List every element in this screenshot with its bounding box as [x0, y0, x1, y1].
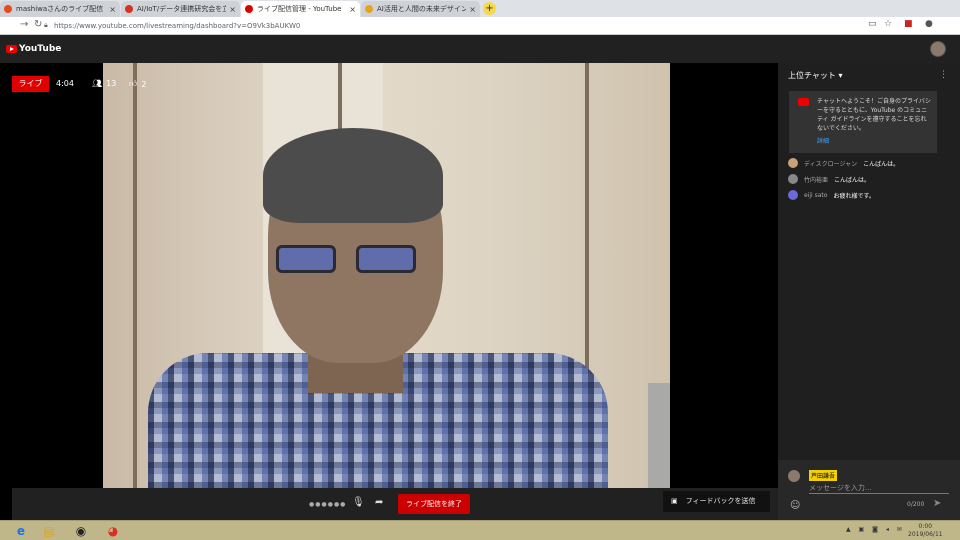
- youtube-logo[interactable]: YouTube: [6, 44, 61, 54]
- tab-title: AI/IoT/データ連携研究会を立ち上げて: [137, 5, 227, 13]
- lock-icon: 🔒︎: [44, 21, 48, 29]
- chat-text: こんばんは。: [834, 176, 871, 184]
- chat-mode-selector[interactable]: 上位チャット ▾: [788, 70, 842, 81]
- chat-author[interactable]: ディスクロージャン: [804, 159, 857, 168]
- share-icon[interactable]: ➦: [375, 497, 383, 508]
- chat-author[interactable]: 竹内裕亜: [804, 175, 828, 184]
- video-door-frame: [133, 63, 137, 488]
- browser-tab-bar: mashiwaさんのライブ配信 × AI/IoT/データ連携研究会を立ち上げて …: [0, 0, 960, 17]
- live-chat-panel: 上位チャット ▾ ⋮ チャットへようこそ！ご自身のプライバシーを守るとともに、Y…: [778, 63, 960, 520]
- chat-welcome-notice: チャットへようこそ！ご自身のプライバシーを守るとともに、YouTube のコミュ…: [789, 91, 937, 153]
- glasses-lens: [356, 245, 416, 273]
- tab-title: AI活用と人間の未来デザインにつ: [377, 5, 467, 13]
- new-tab-button[interactable]: +: [483, 2, 496, 15]
- chat-author[interactable]: eiji sato: [804, 192, 827, 199]
- notice-learn-more-link[interactable]: 詳細: [817, 137, 931, 146]
- chat-input-area: 芦田謙吾 メッセージを入力... ☺ 0/200 ➤: [778, 460, 960, 520]
- internet-explorer-icon[interactable]: e: [10, 523, 32, 539]
- tab-favicon-icon: [125, 5, 133, 13]
- end-stream-button[interactable]: ライブ配信を終了: [398, 494, 470, 514]
- glasses-lens: [276, 245, 336, 273]
- taskbar-clock[interactable]: 0:00 2019/06/11: [908, 523, 943, 539]
- chat-text: お疲れ様です。: [833, 192, 875, 200]
- chat-input-underline: [809, 493, 949, 494]
- forward-icon[interactable]: →: [20, 19, 28, 30]
- clock-date: 2019/06/11: [908, 531, 943, 538]
- feedback-label: フィードバックを送信: [685, 497, 756, 505]
- chat-input[interactable]: メッセージを入力...: [809, 483, 872, 493]
- notice-text: チャットへようこそ！ご自身のプライバシーを守るとともに、YouTube のコミュ…: [817, 98, 931, 132]
- microphone-icon[interactable]: 🎙︎: [352, 497, 365, 508]
- file-explorer-icon[interactable]: ▤: [38, 523, 60, 539]
- tab-favicon-icon: [4, 5, 12, 13]
- media-app-icon[interactable]: ◉: [70, 523, 92, 539]
- clock-time: 0:00: [918, 523, 933, 530]
- thumbs-up-icon: 👍︎: [129, 79, 138, 88]
- emoji-icon[interactable]: ☺: [790, 500, 800, 511]
- account-avatar[interactable]: [930, 41, 946, 57]
- stream-control-bar: ●●●●●● 🎙︎ ➦ ライブ配信を終了 ▣ フィードバックを送信: [12, 488, 778, 520]
- send-icon[interactable]: ➤: [933, 498, 941, 509]
- extension-icon[interactable]: ■: [904, 19, 913, 29]
- webcam-video: [103, 63, 670, 488]
- video-person-glasses: [268, 241, 428, 276]
- url-field[interactable]: https://www.youtube.com/livestreaming/da…: [54, 20, 854, 32]
- people-icon: 👥︎: [92, 79, 103, 88]
- feedback-icon: ▣: [671, 497, 678, 505]
- char-count: 0/200: [907, 501, 925, 508]
- browser-tab[interactable]: AI/IoT/データ連携研究会を立ち上げて ×: [121, 1, 240, 17]
- chat-text: こんばんは。: [863, 160, 900, 168]
- avatar: [788, 190, 798, 200]
- bookmark-star-icon[interactable]: ☆: [884, 19, 892, 29]
- address-bar: → ↻ 🔒︎ https://www.youtube.com/livestrea…: [0, 17, 960, 35]
- audio-level-icon: ●●●●●●: [309, 501, 347, 508]
- viewer-count: 👥︎ 13: [92, 79, 116, 88]
- windows-taskbar: e ▤ ◉ ◕ ▲ ▣ ◙ ◂ ✉ 0:00 2019/06/11: [0, 520, 960, 540]
- live-badge: ライブ: [12, 76, 49, 92]
- tab-close-icon[interactable]: ×: [469, 5, 476, 14]
- system-tray-icons[interactable]: ▲ ▣ ◙ ◂ ✉: [846, 526, 905, 533]
- chat-message: 竹内裕亜 こんばんは。: [788, 174, 870, 184]
- avatar: [788, 174, 798, 184]
- profile-icon[interactable]: ●: [925, 19, 933, 29]
- viewer-count-value: 13: [106, 79, 117, 88]
- chat-message: ディスクロージャン こんばんは。: [788, 158, 899, 168]
- chat-message: eiji sato お疲れ様です。: [788, 190, 875, 200]
- tab-close-icon[interactable]: ×: [349, 5, 356, 14]
- avatar: [788, 470, 800, 482]
- like-count-value: 2: [141, 79, 147, 89]
- screen: mashiwaさんのライブ配信 × AI/IoT/データ連携研究会を立ち上げて …: [0, 0, 960, 540]
- like-count: 👍︎ 2: [129, 79, 146, 89]
- tab-close-icon[interactable]: ×: [229, 5, 236, 14]
- more-options-icon[interactable]: ⋮: [939, 70, 948, 80]
- tab-close-icon[interactable]: ×: [109, 5, 116, 14]
- youtube-play-icon: [6, 45, 17, 53]
- youtube-logo-text: YouTube: [19, 44, 62, 54]
- current-user-name: 芦田謙吾: [809, 470, 838, 481]
- youtube-header: YouTube: [0, 35, 960, 63]
- browser-tab-active[interactable]: ライブ配信管理 - YouTube ×: [241, 1, 360, 17]
- reload-icon[interactable]: ↻: [34, 19, 42, 30]
- browser-tab[interactable]: AI活用と人間の未来デザインにつ ×: [361, 1, 480, 17]
- avatar: [788, 158, 798, 168]
- cast-icon[interactable]: ▭: [868, 19, 877, 29]
- video-person-hair: [263, 128, 443, 223]
- youtube-play-icon: [798, 98, 809, 106]
- live-elapsed-time: 4:04: [56, 79, 74, 88]
- tab-favicon-icon: [245, 5, 253, 13]
- chrome-icon[interactable]: ◕: [102, 523, 124, 539]
- video-background-object: [648, 383, 670, 488]
- tab-title: mashiwaさんのライブ配信: [16, 5, 104, 13]
- tab-favicon-icon: [365, 5, 373, 13]
- feedback-button[interactable]: ▣ フィードバックを送信: [663, 491, 770, 512]
- browser-tab[interactable]: mashiwaさんのライブ配信 ×: [0, 1, 120, 17]
- tab-title: ライブ配信管理 - YouTube: [257, 5, 342, 13]
